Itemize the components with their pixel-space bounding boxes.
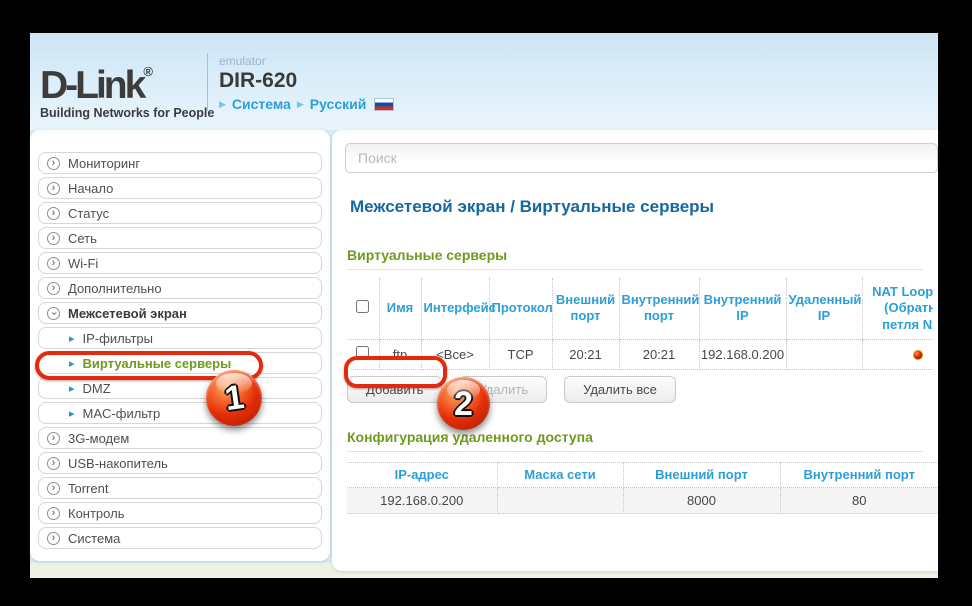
chevron-circle-icon: › [47,282,60,295]
search-input[interactable] [345,143,938,173]
arrow-right-icon: ▸ [69,332,75,345]
breadcrumb-arrow-icon: ▶ [297,99,304,110]
select-all-checkbox[interactable] [356,300,369,313]
col-internal-port: Внутренний порт [619,278,699,339]
red-led-icon [913,350,923,360]
cell-internal-port: 20:21 [619,339,699,369]
chevron-circle-icon: › [47,432,60,445]
remote-access-section-title: Конфигурация удаленного доступа [347,429,923,452]
col-internal-port: Внутренний порт [780,462,938,487]
sidebar-item-wifi[interactable]: ›Wi-Fi [38,252,322,274]
breadcrumb-item-system[interactable]: Система [232,96,291,112]
sidebar-item-start[interactable]: ›Начало [38,177,322,199]
sidebar-item-control[interactable]: ›Контроль [38,502,322,524]
chevron-circle-icon: › [47,207,60,220]
sidebar-item-firewall[interactable]: ›Межсетевой экран [38,302,322,324]
breadcrumb-item-language[interactable]: Русский [310,96,367,112]
col-nat-loopback: NAT Loopback (Обратная петля NAT) [862,278,933,339]
sidebar-item-mac-filter[interactable]: ▸MAC-фильтр [38,402,322,424]
chevron-circle-icon: › [47,182,60,195]
col-remote-ip: Удаленный IP [786,278,862,339]
sidebar-menu: ›Мониторинг ›Начало ›Статус ›Сеть ›Wi-Fi… [30,130,330,561]
dlink-logo: D-Link® Building Networks for People [40,53,214,120]
model-name: DIR-620 [219,69,394,93]
emulator-label: emulator [219,54,394,68]
breadcrumb-arrow-icon: ▶ [219,99,226,110]
annotation-step2-badge: 2 [437,377,490,430]
table-row[interactable]: 192.168.0.200 8000 80 [347,488,938,514]
chevron-circle-icon: › [47,232,60,245]
sidebar-item-torrent[interactable]: ›Torrent [38,477,322,499]
header: D-Link® Building Networks for People emu… [30,33,938,130]
cell-protocol: TCP [489,339,552,369]
col-external-port: Внешний порт [552,278,619,339]
chevron-down-circle-icon: › [47,307,60,320]
chevron-circle-icon: › [47,157,60,170]
cell-internal-port: 80 [780,488,938,514]
delete-all-button[interactable]: Удалить все [564,376,676,403]
logo-text: D-Link® [40,53,214,105]
cell-nat-loopback [862,339,933,369]
page-title: Межсетевой экран / Виртуальные серверы [350,197,938,217]
annotation-step1-badge: 1 [206,370,262,426]
sidebar-item-monitoring[interactable]: ›Мониторинг [38,152,322,174]
table-header-row: IP-адрес Маска сети Внешний порт Внутрен… [347,462,938,487]
chevron-circle-icon: › [47,532,60,545]
col-name: Имя [379,278,421,339]
main-content: Межсетевой экран / Виртуальные серверы В… [332,130,938,571]
col-external-port: Внешний порт [623,462,780,487]
registered-mark: ® [143,64,153,79]
logo-word: D-Link [40,64,143,107]
col-internal-ip: Внутренний IP [699,278,786,339]
arrow-right-icon: ▸ [69,382,75,395]
cell-ip-address: 192.168.0.200 [347,488,497,514]
cell-external-port: 8000 [623,488,780,514]
cell-net-mask [497,488,623,514]
step1-number: 1 [222,380,245,416]
cell-remote-ip [786,339,862,369]
russian-flag-icon[interactable] [374,98,394,111]
sidebar-item-advanced[interactable]: ›Дополнительно [38,277,322,299]
breadcrumb: ▶ Система ▶ Русский [219,96,394,112]
select-all-cell [347,278,379,339]
chevron-circle-icon: › [47,507,60,520]
chevron-circle-icon: › [47,457,60,470]
nat-col-line2: (Обратная [863,300,934,316]
table-header-row: Имя Интерфейс Протокол Внешний порт Внут… [347,278,933,339]
nat-col-line3: петля NAT) [863,317,934,333]
virtual-servers-section-title: Виртуальные серверы [347,247,923,270]
sidebar-item-network[interactable]: ›Сеть [38,227,322,249]
router-admin-page: D-Link® Building Networks for People emu… [30,33,938,578]
sidebar-item-dmz[interactable]: ▸DMZ [38,377,322,399]
step2-number: 2 [454,387,473,421]
col-ip-address: IP-адрес [347,462,497,487]
cell-external-port: 20:21 [552,339,619,369]
sidebar-item-system[interactable]: ›Система [38,527,322,549]
remote-access-table: IP-адрес Маска сети Внешний порт Внутрен… [347,462,938,514]
logo-tagline: Building Networks for People [40,106,214,120]
arrow-right-icon: ▸ [69,407,75,420]
col-interface: Интерфейс [421,278,489,339]
sidebar-item-3g-modem[interactable]: ›3G-модем [38,427,322,449]
cell-internal-ip: 192.168.0.200 [699,339,786,369]
header-divider [207,53,208,111]
nat-col-line1: NAT Loopback [863,284,934,300]
sidebar-item-usb-storage[interactable]: ›USB-накопитель [38,452,322,474]
annotation-circle-add-button [344,356,447,388]
chevron-circle-icon: › [47,257,60,270]
col-protocol: Протокол [489,278,552,339]
col-net-mask: Маска сети [497,462,623,487]
chevron-circle-icon: › [47,482,60,495]
sidebar-item-ip-filters[interactable]: ▸IP-фильтры [38,327,322,349]
model-block: emulator DIR-620 ▶ Система ▶ Русский [219,54,394,112]
sidebar-item-status[interactable]: ›Статус [38,202,322,224]
